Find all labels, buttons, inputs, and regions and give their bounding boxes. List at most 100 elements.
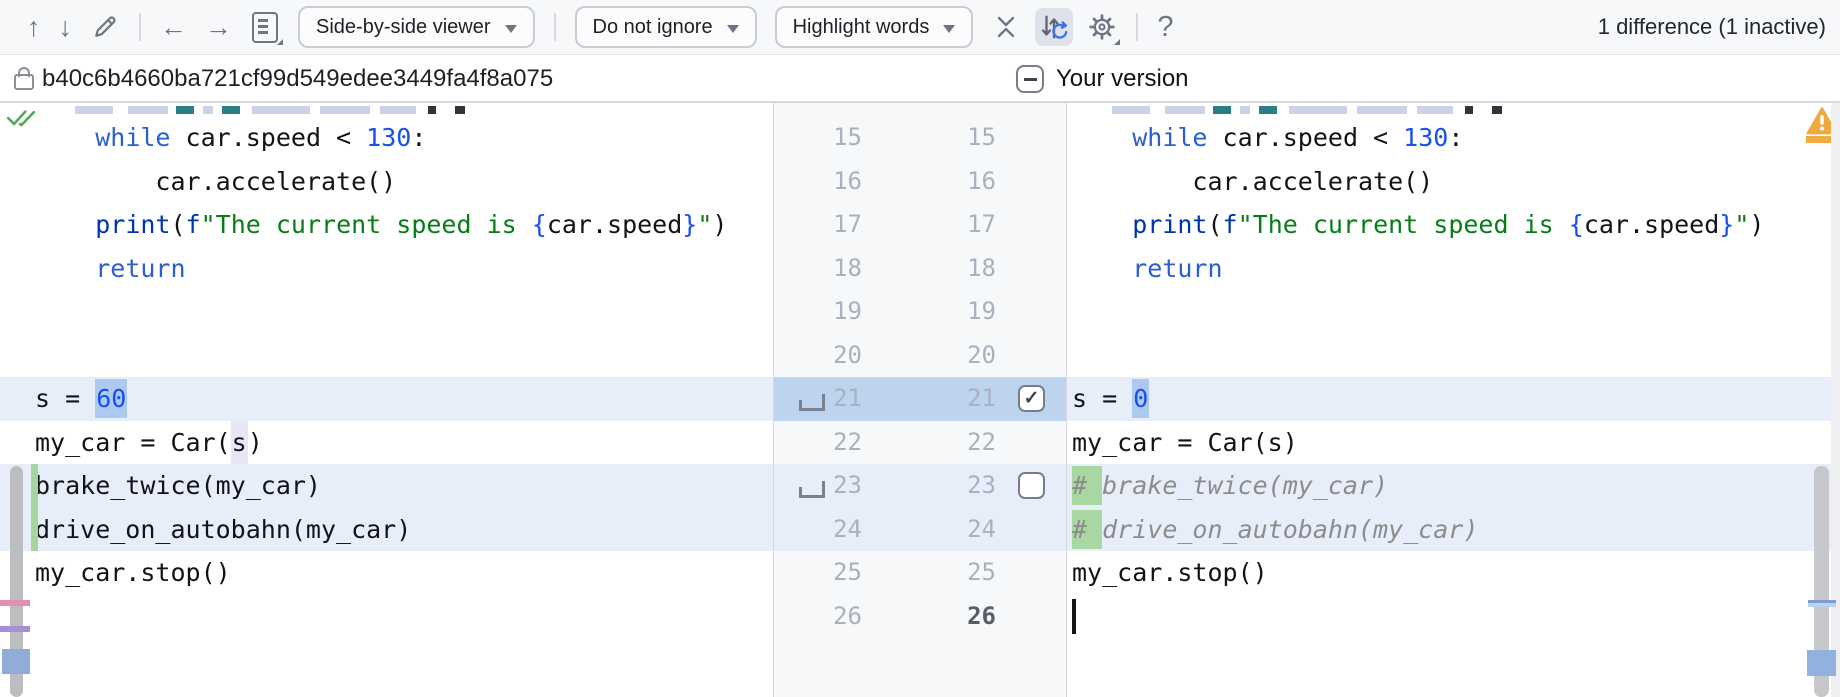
clipped-top-line [0, 103, 773, 116]
whitespace-policy-select[interactable]: Do not ignore [575, 6, 757, 48]
diff-gutter: 1515161617171818191920202121✓22222323242… [773, 103, 1067, 697]
back-icon[interactable]: ← [160, 14, 187, 41]
gutter-row-17: 1717 [774, 203, 1066, 247]
code-line-right-18[interactable]: return [1067, 247, 1840, 291]
code-line-right-17[interactable]: print(f"The current speed is {car.speed}… [1067, 203, 1840, 247]
line-number-left: 22 [774, 421, 862, 465]
gutter-row-25: 25 25 [774, 551, 1066, 595]
prev-difference-icon[interactable]: ↑ [27, 14, 41, 41]
code-line-left-15[interactable]: while car.speed < 130: [0, 116, 773, 160]
right-stripe-mark-blue-tick[interactable] [1808, 600, 1836, 607]
next-difference-icon[interactable]: ↓ [59, 14, 73, 41]
code-line-right-24[interactable]: # drive_on_autobahn(my_car) [1067, 508, 1840, 552]
edit-source-button[interactable] [86, 8, 124, 46]
right-scrollbar-track[interactable] [1831, 103, 1840, 697]
left-stripe-mark-blue[interactable] [2, 649, 30, 674]
clipped-glyph-fragment [252, 106, 310, 114]
highlight-policy-label: Highlight words [793, 16, 930, 39]
line-number-left: 23 [774, 464, 862, 508]
sync-scrolling-toggle[interactable] [1035, 8, 1073, 46]
code-text: # drive_on_autobahn(my_car) [1067, 508, 1840, 552]
code-line-left-25[interactable]: my_car.stop() [0, 551, 773, 595]
code-line-right-23[interactable]: # brake_twice(my_car) [1067, 464, 1840, 508]
gear-icon [1087, 12, 1117, 42]
code-line-right-20[interactable] [1067, 334, 1840, 378]
line-number-right: 25 [894, 551, 996, 595]
right-revision-title: Your version [1056, 65, 1189, 93]
clipped-glyph-fragment [222, 106, 240, 114]
code-line-right-21[interactable]: s = 0 [1067, 377, 1840, 421]
diff-settings-button[interactable] [1083, 8, 1121, 46]
code-line-left-26[interactable] [0, 595, 773, 639]
gutter-row-24: 2424 [774, 508, 1066, 552]
clipped-glyph-fragment [455, 106, 465, 114]
gutter-row-22: 22 22 [774, 421, 1066, 465]
clipped-top-line [1067, 103, 1840, 116]
include-all-changes-checkbox[interactable] [1016, 65, 1044, 93]
gutter-row-18: 1818 [774, 247, 1066, 291]
code-text: car.accelerate() [1067, 160, 1840, 204]
line-number-right: 22 [894, 421, 996, 465]
dropdown-corner-icon [1114, 39, 1120, 45]
toolbar-separator [139, 13, 141, 41]
code-text: my_car.stop() [1067, 551, 1840, 595]
left-editor-panel[interactable]: while car.speed < 130: car.accelerate() … [0, 103, 773, 697]
clipped-glyph-fragment [176, 106, 194, 114]
right-stripe-mark-blue[interactable] [1807, 650, 1836, 676]
code-line-left-16[interactable]: car.accelerate() [0, 160, 773, 204]
text-caret [1072, 599, 1076, 634]
clipped-glyph-fragment [1259, 106, 1277, 114]
code-text: return [1067, 247, 1840, 291]
code-line-right-26[interactable] [1067, 595, 1840, 639]
include-change-checkbox[interactable] [1018, 472, 1045, 499]
line-number-right: 20 [894, 334, 996, 378]
code-text: # brake_twice(my_car) [1067, 464, 1840, 508]
no-problems-check-icon [6, 105, 36, 129]
chevron-down-icon [943, 25, 955, 39]
left-stripe-mark-purple[interactable] [0, 626, 30, 632]
code-line-left-20[interactable] [0, 334, 773, 378]
code-line-right-16[interactable]: car.accelerate() [1067, 160, 1840, 204]
clipped-glyph-fragment [428, 106, 436, 114]
line-number-left: 15 [774, 116, 862, 160]
highlight-policy-select[interactable]: Highlight words [775, 6, 974, 48]
code-text: print(f"The current speed is {car.speed}… [0, 203, 773, 247]
code-line-left-18[interactable]: return [0, 247, 773, 291]
code-line-left-17[interactable]: print(f"The current speed is {car.speed}… [0, 203, 773, 247]
compare-with-button[interactable] [246, 8, 284, 46]
line-number-left: 19 [774, 290, 862, 334]
right-title-group: Your version [1016, 56, 1189, 102]
viewer-mode-label: Side-by-side viewer [316, 16, 491, 39]
code-line-left-19[interactable] [0, 290, 773, 334]
gutter-row-21: 2121✓ [774, 377, 1066, 421]
viewer-mode-select[interactable]: Side-by-side viewer [298, 6, 535, 48]
collapse-unchanged-button[interactable] [987, 8, 1025, 46]
right-editor-panel[interactable]: while car.speed < 130: car.accelerate() … [1067, 103, 1840, 697]
code-line-left-21[interactable]: s = 60 [0, 377, 773, 421]
include-change-checkbox[interactable]: ✓ [1018, 385, 1045, 412]
code-text: while car.speed < 130: [0, 116, 773, 160]
code-line-right-22[interactable]: my_car = Car(s) [1067, 421, 1840, 465]
code-line-left-22[interactable]: my_car = Car(s) [0, 421, 773, 465]
help-icon[interactable]: ? [1157, 14, 1173, 41]
left-stripe-mark-pink[interactable] [0, 600, 30, 606]
toolbar-separator [554, 13, 556, 41]
code-text: while car.speed < 130: [1067, 116, 1840, 160]
clipped-glyph-fragment [203, 106, 213, 114]
difference-summary: 1 difference (1 inactive) [1598, 14, 1826, 40]
line-number-left: 25 [774, 551, 862, 595]
code-line-left-23[interactable]: brake_twice(my_car) [0, 464, 773, 508]
code-line-right-25[interactable]: my_car.stop() [1067, 551, 1840, 595]
dropdown-corner-icon [277, 39, 283, 45]
line-number-left: 24 [774, 508, 862, 552]
code-text: print(f"The current speed is {car.speed}… [1067, 203, 1840, 247]
clipped-glyph-fragment [380, 106, 416, 114]
forward-icon[interactable]: → [205, 14, 232, 41]
line-number-right: 16 [894, 160, 996, 204]
code-line-left-24[interactable]: drive_on_autobahn(my_car) [0, 508, 773, 552]
code-text: my_car = Car(s) [1067, 421, 1840, 465]
gutter-row-15: 1515 [774, 116, 1066, 160]
code-line-right-15[interactable]: while car.speed < 130: [1067, 116, 1840, 160]
diff-titles-row: b40c6b4660ba721cf99d549edee3449fa4f8a075… [0, 56, 1840, 102]
code-line-right-19[interactable] [1067, 290, 1840, 334]
